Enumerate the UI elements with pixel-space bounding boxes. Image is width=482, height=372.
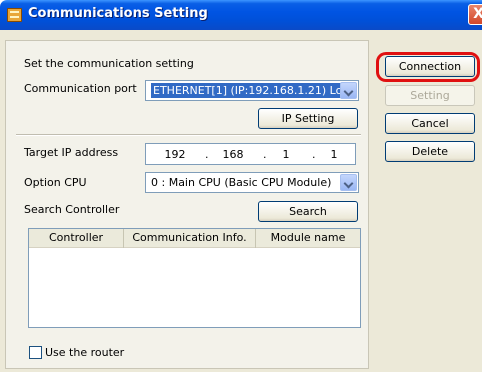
use-router-label: Use the router bbox=[45, 346, 125, 359]
close-button[interactable]: X bbox=[468, 4, 482, 25]
ip-setting-button[interactable]: IP Setting bbox=[258, 108, 358, 129]
ip-dot: . bbox=[263, 148, 267, 161]
option-cpu-value: 0 : Main CPU (Basic CPU Module) bbox=[151, 176, 332, 189]
app-icon bbox=[7, 8, 22, 22]
ip-octet-4[interactable]: 1 bbox=[324, 148, 344, 161]
target-ip-label: Target IP address bbox=[24, 146, 119, 159]
comm-port-label: Communication port bbox=[24, 82, 137, 95]
search-controller-label: Search Controller bbox=[24, 203, 120, 216]
ip-octet-2[interactable]: 168 bbox=[218, 148, 248, 161]
controller-table[interactable]: Controller Communication Info. Module na… bbox=[28, 228, 361, 328]
option-cpu-label: Option CPU bbox=[24, 176, 87, 189]
divider bbox=[16, 134, 361, 136]
window-title: Communications Setting bbox=[28, 6, 208, 21]
comm-port-value: ETHERNET[1] (IP:192.168.1.21) Lo bbox=[151, 83, 345, 98]
target-ip-field[interactable]: 192 . 168 . 1 . 1 bbox=[145, 143, 356, 165]
ip-octet-3[interactable]: 1 bbox=[276, 148, 296, 161]
use-router-checkbox[interactable] bbox=[29, 346, 42, 359]
cancel-button[interactable]: Cancel bbox=[385, 113, 475, 134]
setting-button[interactable]: Setting bbox=[385, 85, 475, 106]
search-button[interactable]: Search bbox=[258, 201, 358, 222]
column-header-comm-info[interactable]: Communication Info. bbox=[124, 229, 256, 248]
option-cpu-select[interactable]: 0 : Main CPU (Basic CPU Module) bbox=[145, 172, 359, 193]
column-header-module-name[interactable]: Module name bbox=[256, 229, 360, 248]
comm-port-select[interactable]: ETHERNET[1] (IP:192.168.1.21) Lo bbox=[145, 80, 359, 101]
ip-octet-1[interactable]: 192 bbox=[160, 148, 190, 161]
chevron-down-icon[interactable] bbox=[340, 82, 357, 99]
ip-dot: . bbox=[312, 148, 316, 161]
title-bar: Communications Setting X bbox=[0, 0, 482, 30]
delete-button[interactable]: Delete bbox=[385, 141, 475, 162]
close-icon: X bbox=[473, 6, 482, 22]
connection-highlight bbox=[376, 52, 480, 82]
ip-dot: . bbox=[205, 148, 209, 161]
chevron-down-icon[interactable] bbox=[340, 174, 357, 191]
form-heading: Set the communication setting bbox=[24, 57, 194, 70]
column-header-controller[interactable]: Controller bbox=[29, 229, 124, 248]
table-header: Controller Communication Info. Module na… bbox=[29, 229, 360, 248]
